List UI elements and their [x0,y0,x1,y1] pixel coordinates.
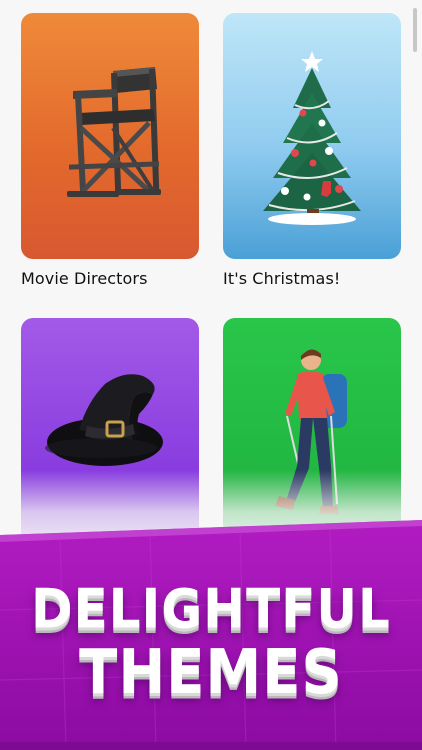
theme-label-christmas: It's Christmas! [223,269,341,288]
scrollbar[interactable] [413,8,417,52]
theme-card-christmas[interactable] [223,13,401,259]
promo-headline-line2: THEMES [79,636,343,709]
themes-screen: Movie Directors It's Christmas! DELIGHTF… [0,0,422,750]
scroll-fade [0,470,422,540]
christmas-tree-icon [263,51,361,225]
promo-headline-line1: DELIGHTFUL [31,577,391,641]
directors-chair-icon [67,67,161,197]
theme-label-movie-directors: Movie Directors [21,269,148,288]
theme-card-movie-directors[interactable] [21,13,199,259]
